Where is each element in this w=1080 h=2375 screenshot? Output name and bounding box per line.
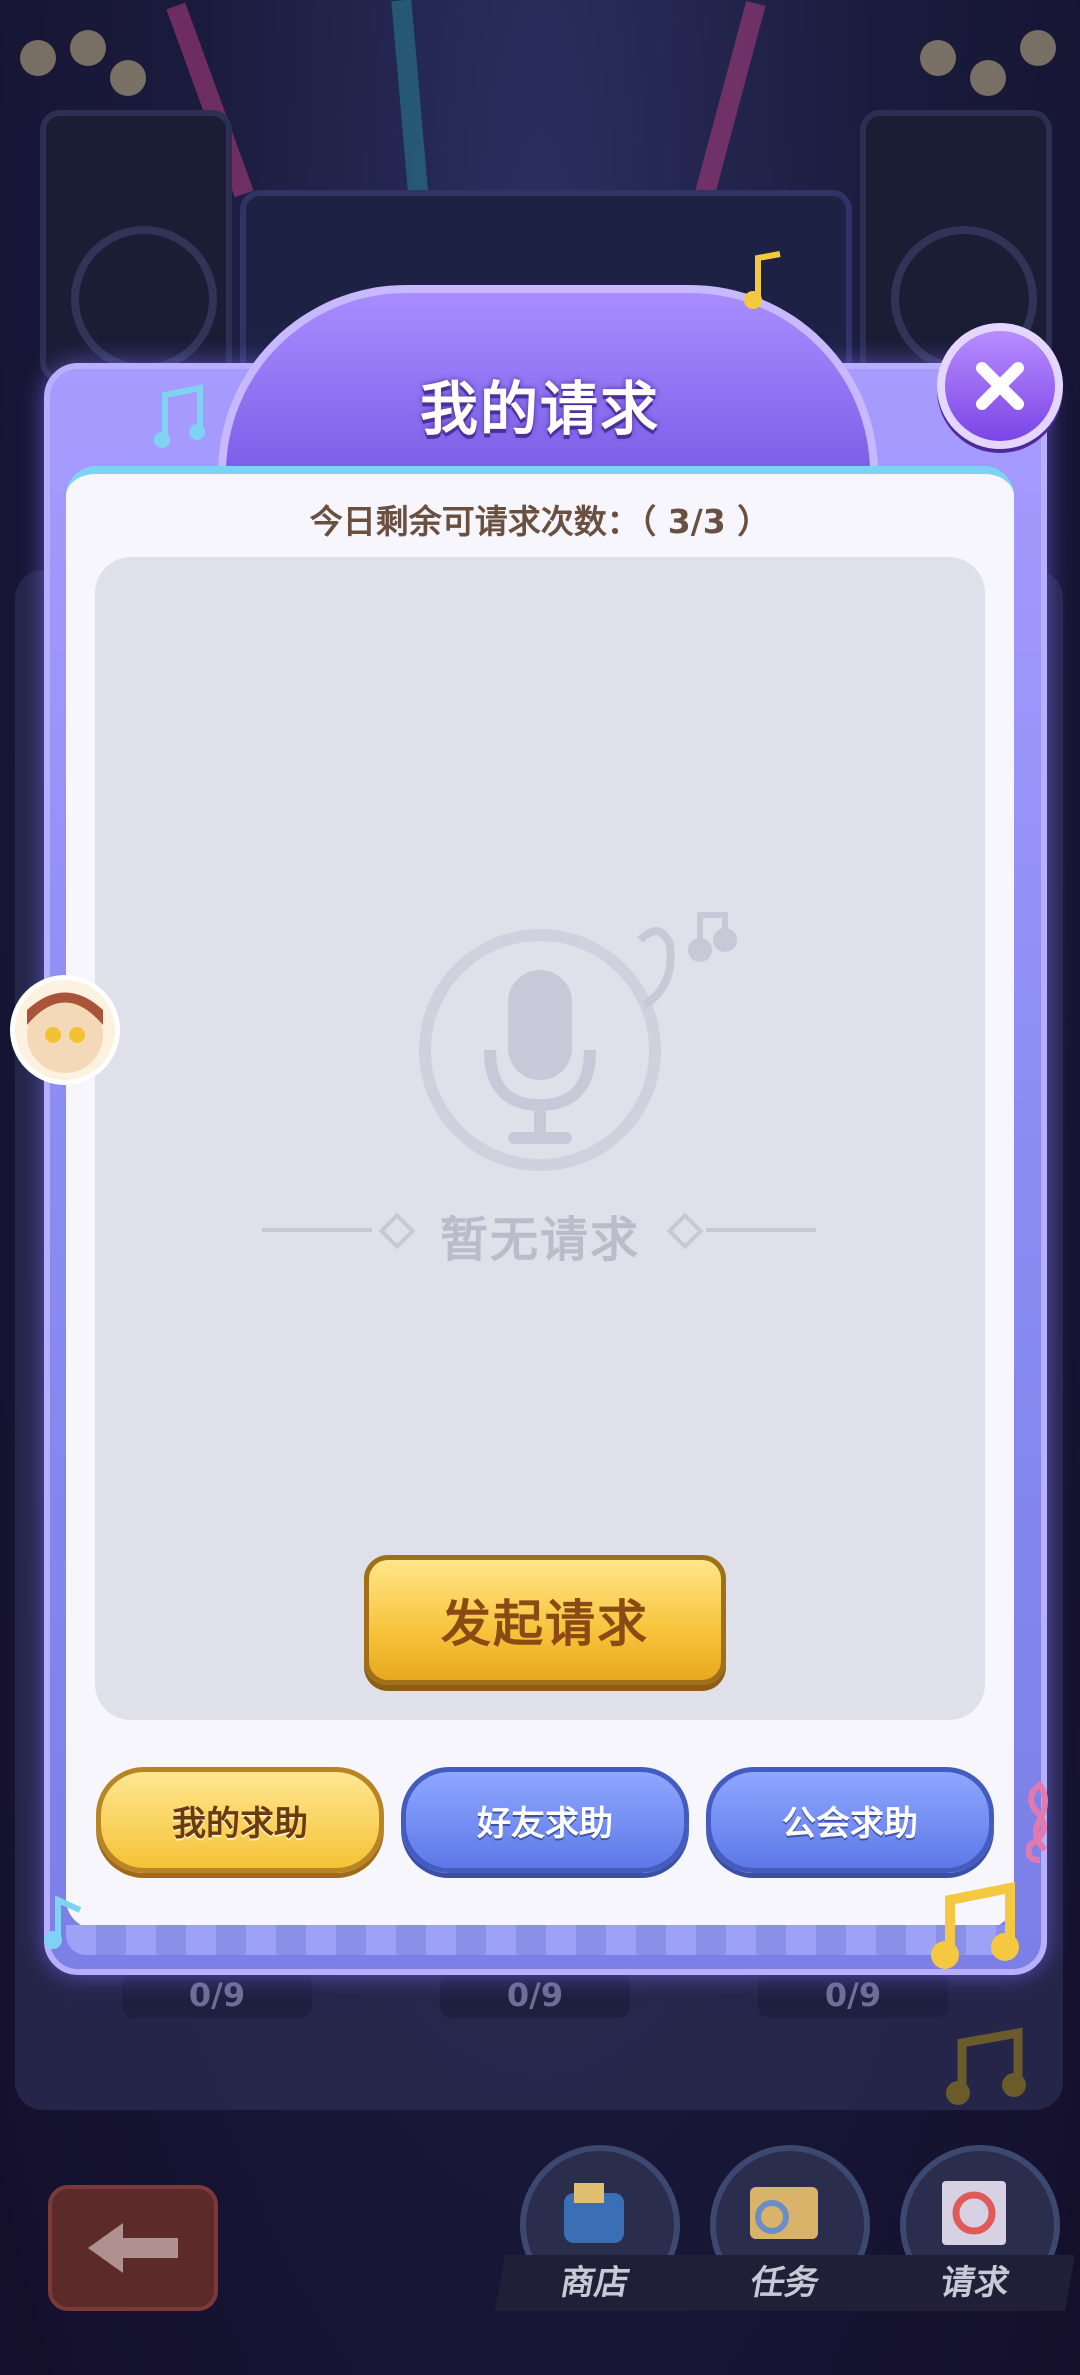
stage-light-icon	[20, 40, 56, 76]
light-beam	[694, 0, 766, 200]
character-avatar-icon	[27, 992, 103, 1073]
close-icon	[976, 362, 1024, 410]
nav-shop-label: 商店	[495, 2255, 695, 2311]
mailbox-icon	[564, 2183, 624, 2243]
music-note-icon	[946, 2027, 1026, 2105]
tab-label: 我的求助	[172, 1803, 308, 1844]
avatar[interactable]	[10, 975, 120, 1085]
background-counter: 0/9	[122, 1972, 312, 2018]
music-note-icon	[44, 1895, 82, 1949]
light-beam	[391, 0, 429, 201]
stage-light-icon	[1020, 30, 1056, 66]
nav-task[interactable]: 任务	[685, 2145, 885, 2315]
task-book-icon	[750, 2187, 818, 2239]
empty-state-text: 暂无请求	[439, 1212, 640, 1268]
music-note-icon	[931, 1881, 1019, 1969]
nav-shop[interactable]: 商店	[495, 2145, 695, 2315]
arrow-left-icon	[88, 2223, 178, 2273]
stage-light-icon	[920, 40, 956, 76]
music-note-icon	[744, 251, 781, 309]
speaker-left	[40, 110, 232, 382]
music-note-icon	[154, 384, 205, 448]
launch-request-label: 发起请求	[441, 1595, 649, 1653]
nav-task-label: 任务	[685, 2255, 885, 2311]
treble-clef-icon	[1025, 1780, 1048, 1863]
tab-guild-help[interactable]: 公会求助	[706, 1767, 994, 1873]
tab-label: 公会求助	[782, 1803, 918, 1844]
launch-request-button[interactable]: 发起请求	[364, 1555, 726, 1685]
back-button[interactable]	[48, 2185, 218, 2311]
decorative-stripe	[66, 1925, 1014, 1955]
nav-request-label: 请求	[875, 2255, 1075, 2311]
request-stamp-icon	[942, 2181, 1006, 2245]
stage-light-icon	[70, 30, 106, 66]
microphone-icon	[419, 912, 737, 1171]
background-counter: 0/9	[440, 1972, 630, 2018]
tab-label: 好友求助	[477, 1803, 613, 1844]
stage-light-icon	[110, 60, 146, 96]
tab-my-help[interactable]: 我的求助	[96, 1767, 384, 1873]
tab-friend-help[interactable]: 好友求助	[401, 1767, 689, 1873]
nav-request[interactable]: 请求	[875, 2145, 1075, 2315]
close-button[interactable]	[937, 323, 1063, 449]
background-counter: 0/9	[758, 1972, 948, 2018]
stage-light-icon	[970, 60, 1006, 96]
remaining-requests-label: 今日剩余可请求次数：（ 3/3 ）	[309, 502, 771, 541]
